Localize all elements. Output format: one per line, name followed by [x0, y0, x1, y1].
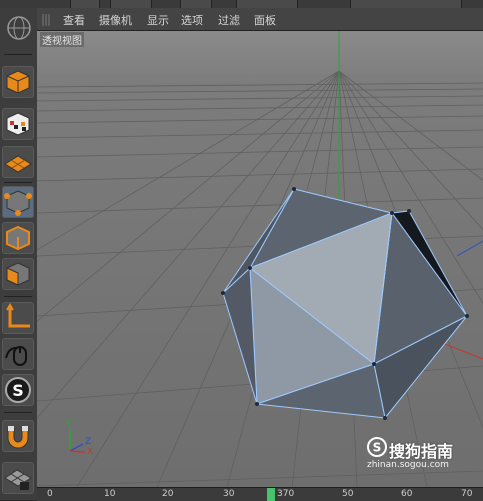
svg-text:S: S	[12, 381, 24, 400]
gizmo-x-label: X	[87, 447, 94, 457]
menu-camera[interactable]: 摄像机	[99, 12, 132, 28]
menu-panel[interactable]: 面板	[254, 12, 276, 28]
watermark-title: 搜狗指南	[389, 442, 454, 461]
timeline-playhead[interactable]	[267, 488, 275, 501]
snap-button[interactable]: S	[2, 374, 34, 406]
menu-view[interactable]: 查看	[63, 12, 85, 28]
menu-filter[interactable]: 过滤	[218, 12, 240, 28]
timeline-tick: 20	[162, 489, 174, 499]
perspective-viewport[interactable]: Y Z X 透视视图 S 搜狗指南 zhinan.sogou.com	[37, 31, 483, 487]
points-mode-button[interactable]	[2, 186, 34, 218]
top-tool-button[interactable]	[236, 0, 298, 8]
snap-s-icon: S	[5, 377, 31, 403]
timeline-tick: 50	[342, 489, 354, 499]
left-toolbar: S	[0, 8, 38, 500]
toolbar-separator	[4, 54, 32, 55]
texture-mode-button[interactable]	[2, 108, 34, 140]
top-tool-button[interactable]	[180, 0, 212, 8]
cinema4d-window: S 查看 摄像机 显示 选项 过滤 面板 Y Z X 透视视图 S 搜狗指南 z…	[0, 0, 483, 501]
top-tool-button[interactable]	[70, 0, 100, 8]
magnet-icon	[7, 426, 29, 449]
timeline-tick: 10	[104, 489, 116, 499]
edges-mode-button[interactable]	[2, 222, 34, 254]
viewport-menubar: 查看 摄像机 显示 选项 过滤 面板	[37, 8, 483, 31]
polygons-mode-button[interactable]	[2, 258, 34, 290]
sogou-logo-icon: S	[367, 437, 387, 457]
mouse-icon	[5, 346, 27, 366]
current-frame-label: 370	[277, 489, 295, 499]
svg-text:S: S	[373, 441, 382, 455]
vertex-cube-icon	[4, 190, 32, 216]
timeline-tick: 0	[47, 489, 53, 499]
axis-icon	[6, 303, 30, 328]
menu-display[interactable]: 显示	[147, 12, 169, 28]
axis-mode-button[interactable]	[2, 302, 34, 334]
timeline-ruler[interactable]: 0 10 20 30 370 50 60 70	[37, 487, 483, 501]
viewport-title: 透视视图	[40, 32, 84, 47]
gizmo-y-label: Y	[66, 419, 72, 429]
timeline-tick: 70	[461, 489, 473, 499]
plane-icon	[4, 155, 32, 173]
edge-cube-icon	[6, 225, 30, 251]
cube-icon	[6, 70, 30, 94]
timeline-tick: 60	[401, 489, 413, 499]
magnet-button[interactable]	[2, 420, 34, 452]
toolbar-separator	[4, 182, 32, 183]
checker-cube-icon	[6, 112, 30, 136]
viewport-scene	[37, 31, 483, 487]
tweak-mode-button[interactable]	[2, 338, 34, 370]
workplane-button[interactable]	[2, 146, 34, 178]
model-mode-button[interactable]	[2, 66, 34, 98]
top-toolbar-strip	[0, 0, 483, 8]
globe-icon[interactable]	[4, 13, 34, 43]
menu-options[interactable]: 选项	[181, 12, 203, 28]
gizmo-z-label: Z	[85, 437, 92, 447]
grip-icon	[42, 14, 50, 26]
top-tool-button[interactable]	[350, 0, 462, 8]
toolbar-separator	[4, 296, 32, 297]
top-tool-button[interactable]	[110, 0, 152, 8]
grid-lock-button[interactable]	[2, 462, 34, 494]
grid-lock-icon	[4, 469, 32, 490]
watermark-url: zhinan.sogou.com	[367, 460, 449, 470]
face-cube-icon	[6, 262, 30, 286]
toolbar-separator	[4, 412, 32, 413]
timeline-tick: 30	[223, 489, 235, 499]
